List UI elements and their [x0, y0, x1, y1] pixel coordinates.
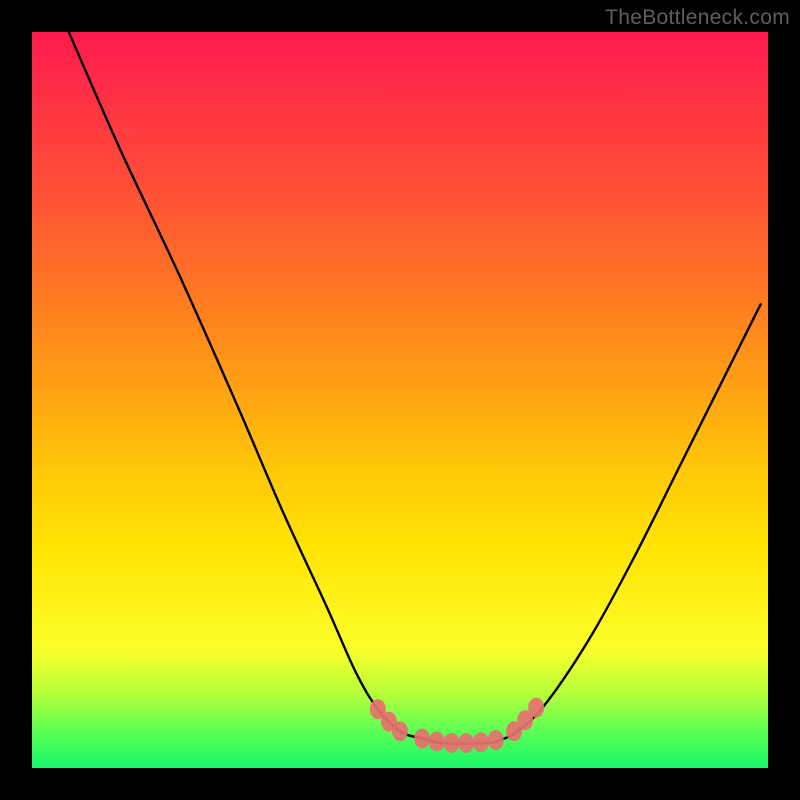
valley-marker — [488, 730, 504, 750]
valley-marker — [458, 733, 474, 753]
curve-path — [69, 32, 761, 744]
valley-marker — [528, 698, 544, 718]
valley-marker — [429, 732, 445, 752]
valley-marker — [444, 733, 460, 753]
watermark-text: TheBottleneck.com — [605, 6, 790, 30]
valley-marker — [392, 721, 408, 741]
curve-layer — [32, 32, 768, 768]
valley-marker — [414, 729, 430, 749]
chart-frame: TheBottleneck.com — [0, 0, 800, 800]
bottleneck-curve — [69, 32, 761, 744]
valley-marker — [473, 732, 489, 752]
valley-markers — [370, 698, 544, 753]
plot-area — [32, 32, 768, 768]
